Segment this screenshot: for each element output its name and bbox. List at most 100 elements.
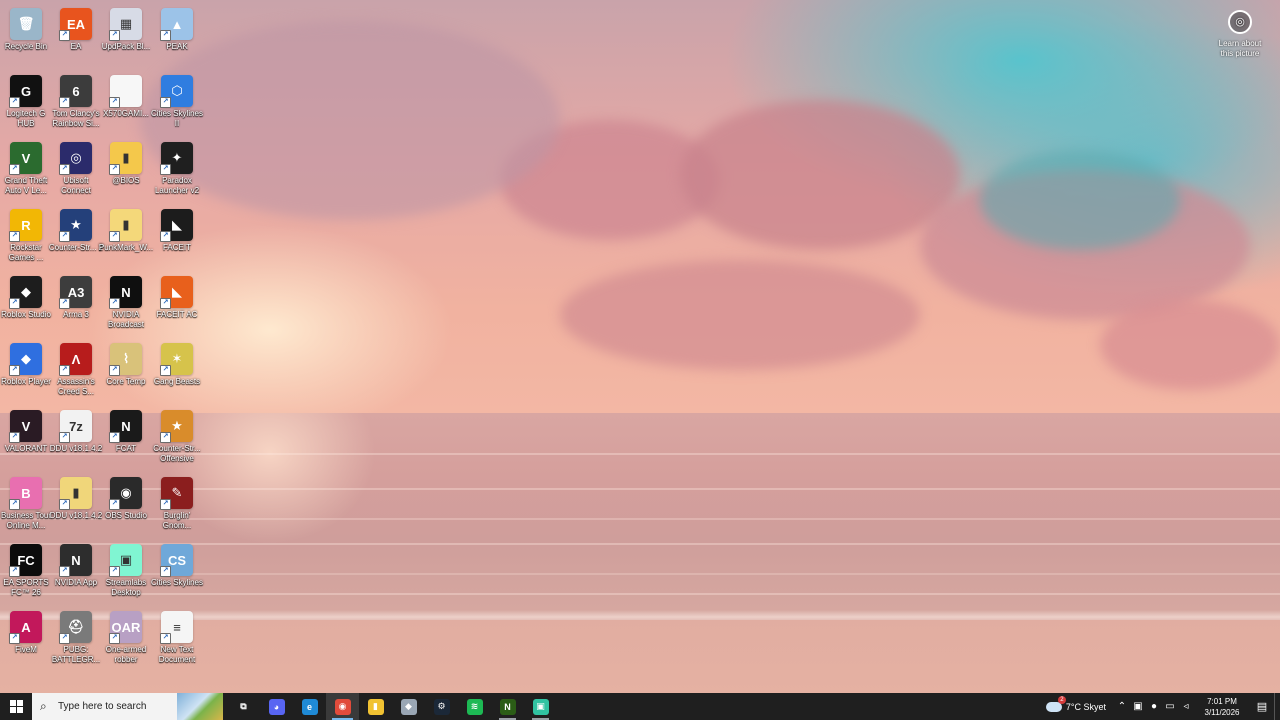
desktop-icon-label: NVIDIA Broadcast (107, 310, 145, 329)
desktop-icon[interactable]: Λ ↗ Assassin's Creed S... (50, 343, 102, 405)
shortcut-arrow-icon: ↗ (109, 566, 120, 577)
taskbar-chrome-button[interactable]: ◉ (326, 693, 359, 720)
taskbar-steam-button[interactable]: ⚙ (425, 693, 458, 720)
desktop-icon[interactable]: V ↗ VALORANT (0, 410, 52, 472)
desktop-icon[interactable]: ◎ ↗ Ubisoft Connect (50, 142, 102, 204)
taskbar-file-explorer-button[interactable]: ▮ (359, 693, 392, 720)
ea-fc-icon: FC ↗ (9, 544, 42, 577)
shortcut-arrow-icon: ↗ (160, 566, 171, 577)
gang-beasts-icon: ✶ ↗ (160, 343, 193, 376)
taskbar-edge-button[interactable]: e (293, 693, 326, 720)
desktop-icon[interactable]: ▮ ↗ @BIOS (100, 142, 152, 204)
rockstar-icon: R ↗ (9, 209, 42, 242)
taskbar-streamlabs-button[interactable]: ▣ (524, 693, 557, 720)
desktop-icon-label: UpdPack Bl... (101, 42, 151, 51)
taskbar-unknown-app-button[interactable]: ◆ (392, 693, 425, 720)
obs-icon: ◉ ↗ (109, 477, 142, 510)
shortcut-arrow-icon: ↗ (109, 231, 120, 242)
shortcut-arrow-icon: ↗ (59, 633, 70, 644)
desktop-icon-label: Cities Skylines II (150, 109, 203, 128)
desktop-icon-label: X570GAMI... (103, 109, 149, 118)
desktop-icon[interactable]: N ↗ NVIDIA App (50, 544, 102, 606)
desktop-icon[interactable]: ◣ ↗ FACEIT AC (151, 276, 203, 338)
cloud (680, 100, 960, 250)
desktop-icon[interactable]: A3 ↗ Arma 3 (50, 276, 102, 338)
desktop-icon[interactable]: ◆ ↗ Roblox Player (0, 343, 52, 405)
volume-icon[interactable]: ◃ (1178, 701, 1194, 712)
start-button[interactable] (0, 693, 32, 720)
taskbar-spotify-button[interactable]: ≋ (458, 693, 491, 720)
desktop-icon[interactable]: ✎ ↗ Burglin' Gnom... (151, 477, 203, 539)
desktop-icon[interactable]: ✦ ↗ Paradox Launcher v2 (151, 142, 203, 204)
desktop-icon[interactable]: OAR ↗ One-armed robber (100, 611, 152, 673)
desktop-icon[interactable]: ↗ X570GAMI... (100, 75, 152, 137)
desktop-icon[interactable]: G ↗ Logitech G HUB (0, 75, 52, 137)
desktop-icon[interactable]: ◣ ↗ FACEIT (151, 209, 203, 271)
desktop-icon[interactable]: ★ ↗ Counter-Str... 2 (49, 209, 103, 271)
desktop-icon[interactable]: 🗑 Recycle Bin (0, 8, 52, 70)
desktop-icon[interactable]: N ↗ NVIDIA Broadcast (100, 276, 152, 338)
nvidia-icon: N (499, 698, 516, 715)
desktop-icon[interactable]: ▮ ↗ DDU v18.1.4.2 (50, 477, 102, 539)
clock[interactable]: 7:01 PM 3/11/2026 (1196, 696, 1248, 718)
desktop-icon[interactable]: CS ↗ Cities Skylines (151, 544, 203, 606)
desktop-icon[interactable]: ◆ ↗ Roblox Studio (0, 276, 52, 338)
desktop-icon[interactable]: ▦ ↗ UpdPack Bl... (100, 8, 152, 70)
desktop-icon[interactable]: ⌇ ↗ Core Temp (100, 343, 152, 405)
shortcut-arrow-icon: ↗ (9, 432, 20, 443)
shortcut-arrow-icon: ↗ (59, 97, 70, 108)
cloud (980, 150, 1180, 250)
search-box[interactable]: ⌕ Type here to search (32, 693, 223, 720)
paradox-launcher-icon: ✦ ↗ (160, 142, 193, 175)
learn-about-picture[interactable]: ◎ Learn about this picture (1212, 10, 1268, 59)
desktop-icon[interactable]: A ↗ FiveM (0, 611, 52, 673)
desktop-icon-label: Core Temp (106, 377, 146, 386)
desktop-icon-label: Recycle Bin (4, 42, 48, 51)
desktop-icon[interactable]: ▣ ↗ Streamlabs Desktop (100, 544, 152, 606)
shortcut-arrow-icon: ↗ (109, 432, 120, 443)
notification-icon[interactable]: ▤ (1250, 700, 1274, 713)
zip-folder-icon: ▮ ↗ (109, 209, 142, 242)
desktop-icon-label: Paradox Launcher v2 (154, 176, 200, 195)
desktop-icon[interactable]: ✶ ↗ Gang Beasts (151, 343, 203, 405)
camera-icon: ◎ (1228, 10, 1252, 34)
desktop-icon[interactable]: ⬡ ↗ Cities Skylines II (151, 75, 203, 137)
network-icon[interactable]: ▭ (1162, 701, 1178, 712)
desktop-icon[interactable]: ▮ ↗ PunkMark_W... (99, 209, 153, 271)
desktop-icon[interactable]: ★ ↗ Counter-Str... Offensive (151, 410, 203, 472)
cloud (560, 260, 920, 370)
desktop-icon[interactable]: ⛑ ↗ PUBG: BATTLEGR... (50, 611, 102, 673)
show-desktop-button[interactable] (1274, 693, 1280, 720)
weather-widget[interactable]: 7°C Skyet (1045, 695, 1106, 712)
shortcut-arrow-icon: ↗ (109, 30, 120, 41)
gta-v-icon: V ↗ (9, 142, 42, 175)
desktop-icon[interactable]: V ↗ Grand Theft Auto V Le... (0, 142, 52, 204)
taskbar-task-view-button[interactable]: ⧉ (227, 693, 260, 720)
desktop-icon[interactable]: 6 ↗ Tom Clancy's Rainbow Si... (50, 75, 102, 137)
desktop-icon[interactable]: R ↗ Rockstar Games ... (0, 209, 52, 271)
task-view-icon: ⧉ (240, 701, 247, 711)
file-explorer-icon: ▮ (367, 698, 384, 715)
desktop-icon[interactable]: EA ↗ EA (50, 8, 102, 70)
shortcut-arrow-icon: ↗ (59, 499, 70, 510)
desktop-icon[interactable]: ≡ ↗ New Text Document (151, 611, 203, 673)
cloud-icon (1045, 695, 1066, 712)
arma3-icon: A3 ↗ (59, 276, 92, 309)
roblox-player-icon: ◆ ↗ (9, 343, 42, 376)
cloud (1100, 300, 1280, 390)
taskbar-discord-button[interactable]: ◕ (260, 693, 293, 720)
desktop-icon[interactable]: FC ↗ EA SPORTS FC™ 26 (0, 544, 52, 606)
chevron-up-icon[interactable]: ⌃ (1114, 701, 1130, 712)
desktop-icon[interactable]: N ↗ FCAT (100, 410, 152, 472)
desktop-icon-label: Grand Theft Auto V Le... (4, 176, 48, 195)
tray-app-icon[interactable]: ▣ (1130, 701, 1146, 712)
taskbar-nvidia-button[interactable]: N (491, 693, 524, 720)
desktop-icon[interactable]: ▲ ↗ PEAK (151, 8, 203, 70)
desktop-icon[interactable]: ◉ ↗ OBS Studio (100, 477, 152, 539)
desktop-icon[interactable]: B ↗ Business Tour Online M... (0, 477, 52, 539)
microphone-icon[interactable]: ● (1146, 701, 1162, 712)
desktop-icon-label: FCAT (115, 444, 137, 453)
desktop-icon-label: Logitech G HUB (6, 109, 46, 128)
desktop-icon[interactable]: 7z ↗ DDU v18.1.4.2 (50, 410, 102, 472)
desktop-icon-label: DDU v18.1.4.2 (49, 511, 103, 520)
